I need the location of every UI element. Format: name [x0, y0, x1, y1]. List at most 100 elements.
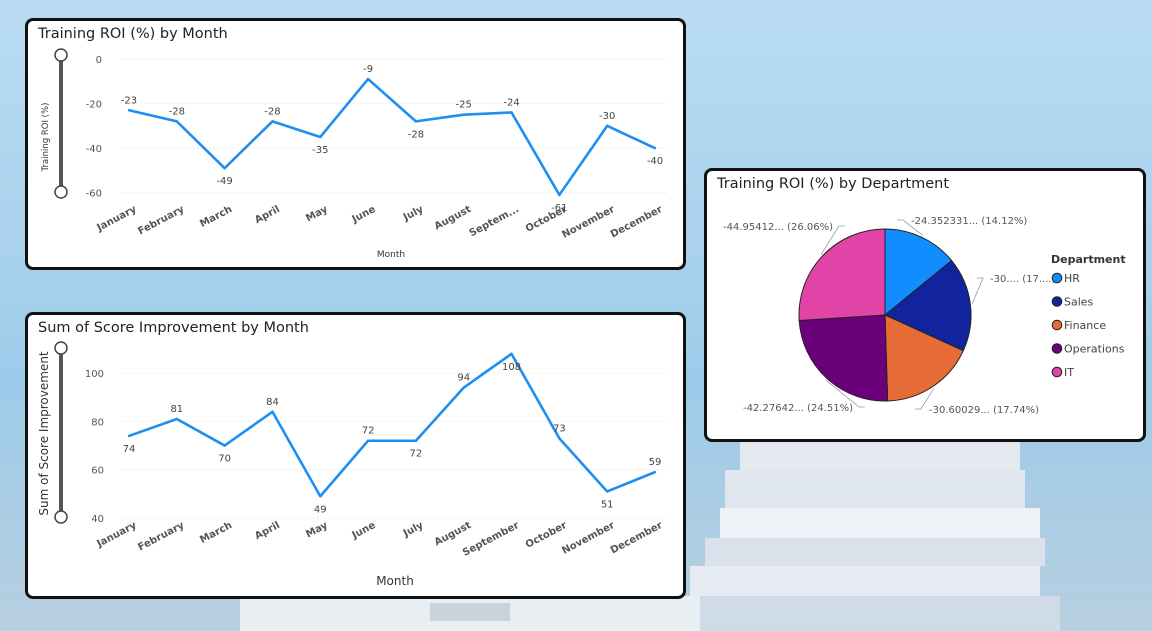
- legend-marker-it: [1051, 366, 1063, 378]
- data-point: [510, 352, 513, 356]
- x-tick-label: May: [304, 520, 330, 541]
- series-line: [128, 77, 656, 197]
- data-point: [223, 444, 226, 447]
- data-label: -28: [408, 129, 424, 140]
- data-point: [558, 193, 561, 197]
- roi-by-month-card: Training ROI (%) by Month Training ROI (…: [25, 18, 686, 270]
- data-label: 70: [218, 454, 231, 465]
- roi-line-chart: Training ROI (%) 0 -20 -40 -60 -23 -28 -49 -28 -3…: [41, 48, 669, 260]
- x-axis-label: Month: [376, 574, 414, 588]
- pie-data-label: -42.27642... (24.51%): [743, 403, 853, 414]
- data-point: [605, 490, 609, 493]
- x-tick-label: July: [401, 520, 426, 540]
- x-tick-label: January: [94, 204, 138, 235]
- legend-marker-hr: [1051, 272, 1063, 284]
- x-tick-label: June: [350, 204, 378, 226]
- legend-marker-sales: [1051, 296, 1063, 307]
- x-axis-label: Month: [377, 250, 405, 260]
- data-label: -28: [169, 106, 185, 117]
- data-label: 72: [410, 449, 423, 460]
- pie-data-label: -44.95412... (26.06%): [723, 222, 833, 233]
- data-point: [319, 495, 322, 498]
- x-tick-label: July: [401, 204, 426, 224]
- legend-label-operations: Operations: [1064, 343, 1125, 356]
- data-label: -49: [216, 176, 232, 187]
- y-tick-label: 40: [91, 514, 104, 525]
- y-tick-label: 0: [96, 55, 102, 66]
- data-label: 81: [170, 404, 183, 415]
- data-label: -25: [456, 100, 472, 111]
- data-point: [271, 120, 274, 123]
- data-label: 108: [502, 362, 521, 373]
- data-point: [462, 386, 465, 389]
- data-point: [510, 111, 513, 114]
- legend-marker-finance: [1051, 319, 1063, 331]
- roi-pie-chart: -24.352331... (14.12%) -30.... (17....) -3…: [723, 216, 1126, 416]
- pie-slice-operations: [798, 314, 889, 402]
- slider-handle-top: [54, 341, 68, 355]
- data-label: 51: [601, 499, 614, 510]
- x-tick-label: March: [198, 204, 234, 230]
- data-label: 73: [553, 423, 566, 434]
- data-point: [366, 77, 370, 81]
- data-label: 49: [314, 504, 327, 515]
- y-axis-label: Training ROI (%): [41, 103, 51, 173]
- data-label: -9: [363, 64, 373, 75]
- x-tick-label: Septem...: [468, 204, 521, 239]
- pie-data-label: -30.... (17....): [990, 274, 1056, 285]
- score-improvement-card: Sum of Score Improvement by Month Sum of…: [25, 312, 686, 599]
- y-tick-label: 100: [85, 369, 104, 380]
- pie-slice-it: [798, 228, 886, 322]
- data-point: [319, 135, 322, 139]
- series-line: [128, 352, 656, 498]
- x-tick-label: April: [253, 520, 282, 542]
- slider-handle-top: [54, 48, 68, 62]
- data-label: 74: [123, 444, 136, 455]
- data-label: -35: [312, 145, 328, 156]
- pie-data-label: -30.60029... (17.74%): [929, 405, 1039, 416]
- data-point: [462, 113, 465, 116]
- slider-handle-bottom: [54, 510, 68, 524]
- y-tick-label: -40: [86, 144, 102, 155]
- pie-data-label: -24.352331... (14.12%): [911, 216, 1027, 227]
- legend-label-sales: Sales: [1064, 296, 1094, 309]
- data-point: [271, 410, 274, 413]
- data-point: [605, 124, 609, 128]
- data-label: -23: [121, 95, 137, 106]
- y-axis-label: Sum of Score Improvement: [37, 351, 51, 516]
- y-tick-label: -20: [86, 100, 102, 111]
- legend-label-it: IT: [1064, 366, 1074, 379]
- y-tick-label: 60: [91, 466, 104, 477]
- data-label: 84: [266, 397, 279, 408]
- y-tick-label: -60: [86, 189, 102, 200]
- legend-label-finance: Finance: [1064, 319, 1106, 332]
- score-line-chart: Sum of Score Improvement 100 80 60 40 74 81 70 8…: [37, 341, 669, 588]
- x-tick-label: August: [433, 520, 474, 549]
- data-point: [414, 120, 418, 123]
- data-label: 59: [649, 457, 662, 468]
- y-tick-label: 80: [91, 417, 104, 428]
- data-label: 72: [362, 426, 375, 437]
- data-point: [223, 167, 226, 170]
- data-point: [127, 434, 131, 438]
- data-point: [175, 417, 179, 421]
- data-label: -40: [647, 156, 663, 167]
- legend-label-hr: HR: [1064, 272, 1080, 285]
- x-tick-label: April: [253, 204, 282, 226]
- x-tick-label: December: [609, 204, 665, 241]
- data-label: -24: [503, 97, 519, 108]
- legend-title: Department: [1051, 253, 1126, 266]
- x-tick-label: December: [609, 520, 665, 557]
- legend-marker-operations: [1051, 343, 1063, 354]
- data-label: 94: [457, 373, 470, 384]
- data-point: [175, 120, 179, 123]
- data-label: -30: [599, 111, 615, 122]
- data-label: -28: [264, 106, 280, 117]
- x-tick-label: February: [136, 204, 186, 238]
- data-point: [127, 109, 131, 112]
- data-point: [558, 437, 561, 440]
- x-tick-label: February: [136, 520, 186, 554]
- data-point: [366, 439, 370, 442]
- data-point: [653, 146, 657, 150]
- x-tick-label: November: [560, 520, 616, 557]
